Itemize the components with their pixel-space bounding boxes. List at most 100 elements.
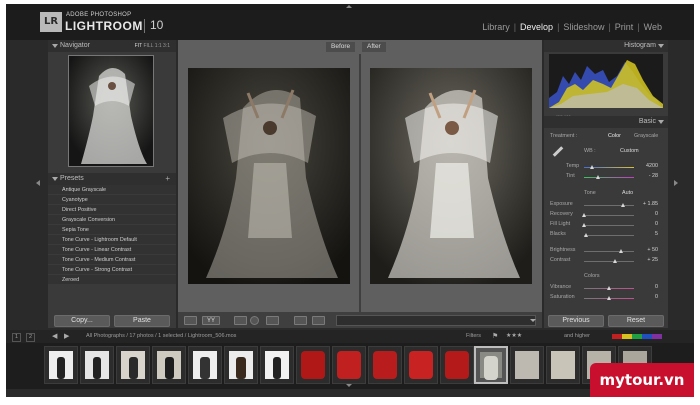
filmstrip-thumbnail[interactable] bbox=[368, 346, 402, 384]
exposure-value[interactable]: + 1.85 bbox=[640, 201, 658, 207]
preset-item[interactable]: Antique Grayscale bbox=[48, 185, 176, 195]
module-web[interactable]: Web bbox=[644, 22, 662, 32]
treatment-grayscale-option[interactable]: Grayscale bbox=[634, 133, 658, 139]
filmstrip-thumbnail[interactable] bbox=[80, 346, 114, 384]
contrast-value[interactable]: + 25 bbox=[640, 257, 658, 263]
zoom-3-1[interactable]: 3:1 bbox=[163, 43, 170, 49]
preset-item[interactable]: Sepia Tone bbox=[48, 225, 176, 235]
collapse-arrow-icon[interactable] bbox=[658, 120, 664, 124]
tone-auto-button[interactable]: Auto bbox=[622, 190, 633, 196]
filmstrip-thumbnail[interactable] bbox=[510, 346, 544, 384]
temp-value[interactable]: 4200 bbox=[640, 163, 658, 169]
nav-forward-icon[interactable]: ▶ bbox=[64, 332, 69, 340]
module-library[interactable]: Library bbox=[482, 22, 510, 32]
brightness-value[interactable]: + 50 bbox=[640, 247, 658, 253]
spot-removal-icon[interactable] bbox=[250, 316, 259, 325]
nav-back-icon[interactable]: ◀ bbox=[52, 332, 57, 340]
basic-header[interactable]: Basic bbox=[544, 116, 668, 128]
after-photo[interactable] bbox=[370, 68, 532, 284]
filmstrip-thumbnail[interactable] bbox=[116, 346, 150, 384]
tint-slider-knob[interactable] bbox=[596, 175, 600, 179]
copy-before-after-icon[interactable] bbox=[312, 316, 325, 325]
white-balance-picker-icon[interactable] bbox=[552, 146, 564, 157]
filmstrip-thumbnail[interactable] bbox=[404, 346, 438, 384]
blacks-value[interactable]: 5 bbox=[640, 231, 658, 237]
before-photo[interactable] bbox=[188, 68, 350, 284]
filmstrip-thumbnail[interactable] bbox=[188, 346, 222, 384]
previous-button[interactable]: Previous bbox=[548, 315, 604, 327]
before-after-view-icon[interactable]: YY bbox=[202, 316, 220, 325]
temp-slider[interactable] bbox=[584, 165, 634, 169]
preset-item[interactable]: Tone Curve - Strong Contrast bbox=[48, 265, 176, 275]
temp-slider-knob[interactable] bbox=[590, 165, 594, 169]
wb-dropdown[interactable]: Custom bbox=[620, 148, 639, 154]
top-panel-toggle-icon[interactable] bbox=[346, 5, 352, 8]
exposure-slider[interactable] bbox=[584, 203, 634, 207]
swap-settings-icon[interactable] bbox=[294, 316, 307, 325]
zoom-fill[interactable]: FILL bbox=[143, 43, 153, 49]
preset-item[interactable]: Zeroed bbox=[48, 275, 176, 285]
preset-item[interactable]: Tone Curve - Lightroom Default bbox=[48, 235, 176, 245]
recovery-value[interactable]: 0 bbox=[640, 211, 658, 217]
blacks-slider[interactable] bbox=[584, 233, 634, 237]
vibrance-slider-knob[interactable] bbox=[607, 286, 611, 290]
module-slideshow[interactable]: Slideshow bbox=[563, 22, 604, 32]
paste-settings-button[interactable]: Paste bbox=[114, 315, 170, 327]
fill-light-slider-knob[interactable] bbox=[582, 223, 586, 227]
tint-slider[interactable] bbox=[584, 175, 634, 179]
preset-item[interactable]: Cyanotype bbox=[48, 195, 176, 205]
presets-header[interactable]: Presets + bbox=[48, 173, 176, 185]
filmstrip-thumbnail[interactable] bbox=[152, 346, 186, 384]
star-filter-icon[interactable]: ★★★ bbox=[506, 332, 522, 339]
histogram-header[interactable]: Histogram bbox=[544, 40, 668, 52]
zoom-1-1[interactable]: 1:1 bbox=[155, 43, 162, 49]
toolbar-menu-chevron-icon[interactable] bbox=[530, 319, 536, 322]
rating-filter-dropdown[interactable]: and higher bbox=[564, 333, 590, 339]
module-develop[interactable]: Develop bbox=[520, 22, 553, 32]
bottom-panel-toggle-icon[interactable] bbox=[346, 384, 352, 387]
zoom-fit[interactable]: FIT bbox=[135, 43, 142, 49]
exposure-slider-knob[interactable] bbox=[621, 203, 625, 207]
recovery-slider[interactable] bbox=[582, 213, 634, 217]
page-2-button[interactable]: 2 bbox=[26, 333, 36, 342]
preset-item[interactable]: Grayscale Conversion bbox=[48, 215, 176, 225]
recovery-slider-knob[interactable] bbox=[582, 213, 586, 217]
filmstrip-thumbnail[interactable] bbox=[296, 346, 330, 384]
preset-item[interactable]: Direct Positive bbox=[48, 205, 176, 215]
saturation-slider[interactable] bbox=[584, 296, 634, 300]
crop-tool-icon[interactable] bbox=[234, 316, 247, 325]
preset-item[interactable]: Tone Curve - Medium Contrast bbox=[48, 255, 176, 265]
filmstrip-source-path[interactable]: All Photographs / 17 photos / 1 selected… bbox=[86, 333, 236, 339]
filmstrip-thumbnail[interactable] bbox=[440, 346, 474, 384]
filmstrip-thumbnail[interactable] bbox=[260, 346, 294, 384]
filmstrip-thumbnail-selected[interactable] bbox=[474, 346, 508, 384]
filmstrip-thumbnail[interactable] bbox=[44, 346, 78, 384]
saturation-value[interactable]: 0 bbox=[640, 294, 658, 300]
flag-filter-icon[interactable]: ⚑ bbox=[492, 332, 498, 340]
collapse-arrow-icon[interactable] bbox=[52, 177, 58, 181]
add-preset-icon[interactable]: + bbox=[165, 173, 170, 185]
preset-item[interactable]: Tone Curve - Linear Contrast bbox=[48, 245, 176, 255]
blacks-slider-knob[interactable] bbox=[584, 233, 588, 237]
copy-settings-button[interactable]: Copy... bbox=[54, 315, 110, 327]
filmstrip-thumbnail[interactable] bbox=[546, 346, 580, 384]
navigator-header[interactable]: Navigator FIT FILL 1:1 3:1 bbox=[48, 40, 176, 52]
module-print[interactable]: Print bbox=[615, 22, 634, 32]
left-panel-toggle-icon[interactable] bbox=[36, 180, 40, 186]
fill-light-slider[interactable] bbox=[582, 223, 634, 227]
contrast-slider-knob[interactable] bbox=[613, 259, 617, 263]
color-label-filter[interactable] bbox=[612, 334, 662, 339]
red-eye-icon[interactable] bbox=[266, 316, 279, 325]
collapse-arrow-icon[interactable] bbox=[658, 44, 664, 48]
right-panel-toggle-icon[interactable] bbox=[674, 180, 678, 186]
loupe-view-icon[interactable] bbox=[184, 316, 197, 325]
page-1-button[interactable]: 1 bbox=[12, 333, 22, 342]
brightness-slider-knob[interactable] bbox=[619, 249, 623, 253]
contrast-slider[interactable] bbox=[584, 259, 634, 263]
brightness-slider[interactable] bbox=[584, 249, 634, 253]
vibrance-value[interactable]: 0 bbox=[640, 284, 658, 290]
collapse-arrow-icon[interactable] bbox=[52, 44, 58, 48]
filmstrip-thumbnail[interactable] bbox=[224, 346, 258, 384]
reset-button[interactable]: Reset bbox=[608, 315, 664, 327]
vibrance-slider[interactable] bbox=[584, 286, 634, 290]
